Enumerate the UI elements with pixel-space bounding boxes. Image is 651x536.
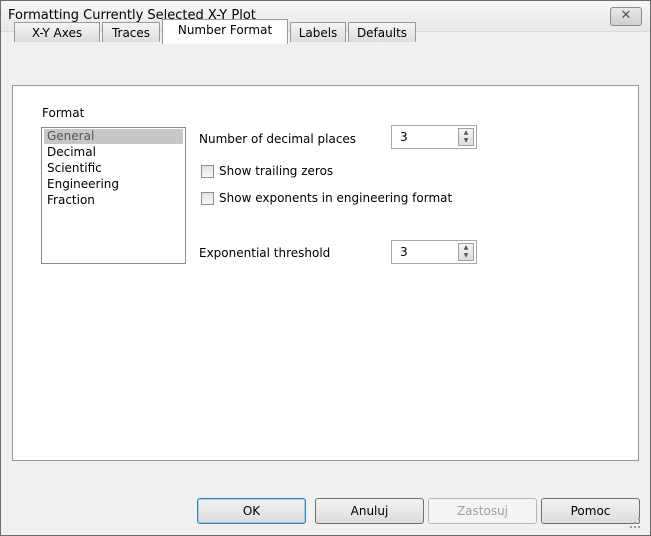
show-trailing-zeros-label[interactable]: Show trailing zeros	[219, 164, 333, 178]
tab-number-format[interactable]: Number Format	[162, 19, 288, 44]
decimal-places-value[interactable]: 3	[400, 130, 408, 144]
tab-x-y-axes[interactable]: X-Y Axes	[14, 22, 100, 42]
spin-down-icon[interactable]: ▼	[459, 252, 473, 260]
cancel-button[interactable]: Anuluj	[315, 498, 424, 524]
format-item-scientific[interactable]: Scientific	[44, 161, 183, 176]
format-item-engineering[interactable]: Engineering	[44, 177, 183, 192]
format-group-label: Format	[42, 106, 85, 120]
tab-traces[interactable]: Traces	[102, 22, 160, 42]
apply-button: Zastosuj	[428, 498, 537, 524]
exponential-threshold-value[interactable]: 3	[400, 245, 408, 259]
decimal-places-spin-buttons[interactable]: ▲ ▼	[458, 128, 474, 146]
close-icon: ✕	[620, 8, 632, 23]
exponential-threshold-label: Exponential threshold	[199, 246, 331, 260]
resize-grip-icon[interactable]	[628, 516, 642, 530]
tab-labels[interactable]: Labels	[290, 22, 346, 42]
format-item-decimal[interactable]: Decimal	[44, 145, 183, 160]
spin-up-icon[interactable]: ▲	[459, 244, 473, 252]
close-button[interactable]: ✕	[610, 7, 642, 26]
format-item-fraction[interactable]: Fraction	[44, 193, 183, 208]
show-exponents-label[interactable]: Show exponents in engineering format	[219, 191, 452, 205]
tab-defaults[interactable]: Defaults	[348, 22, 416, 42]
format-item-general[interactable]: General	[44, 129, 183, 144]
help-button[interactable]: Pomoc	[541, 498, 640, 524]
spin-down-icon[interactable]: ▼	[459, 137, 473, 145]
spin-up-icon[interactable]: ▲	[459, 129, 473, 137]
format-listbox[interactable]: General Decimal Scientific Engineering F…	[41, 127, 186, 264]
decimal-places-label: Number of decimal places	[199, 132, 357, 146]
show-trailing-zeros-checkbox[interactable]	[201, 165, 214, 178]
show-exponents-checkbox[interactable]	[201, 192, 214, 205]
exponential-threshold-spin-buttons[interactable]: ▲ ▼	[458, 243, 474, 261]
decimal-places-spinner[interactable]: 3 ▲ ▼	[391, 125, 477, 149]
exponential-threshold-spinner[interactable]: 3 ▲ ▼	[391, 240, 477, 264]
ok-button[interactable]: OK	[197, 498, 306, 524]
